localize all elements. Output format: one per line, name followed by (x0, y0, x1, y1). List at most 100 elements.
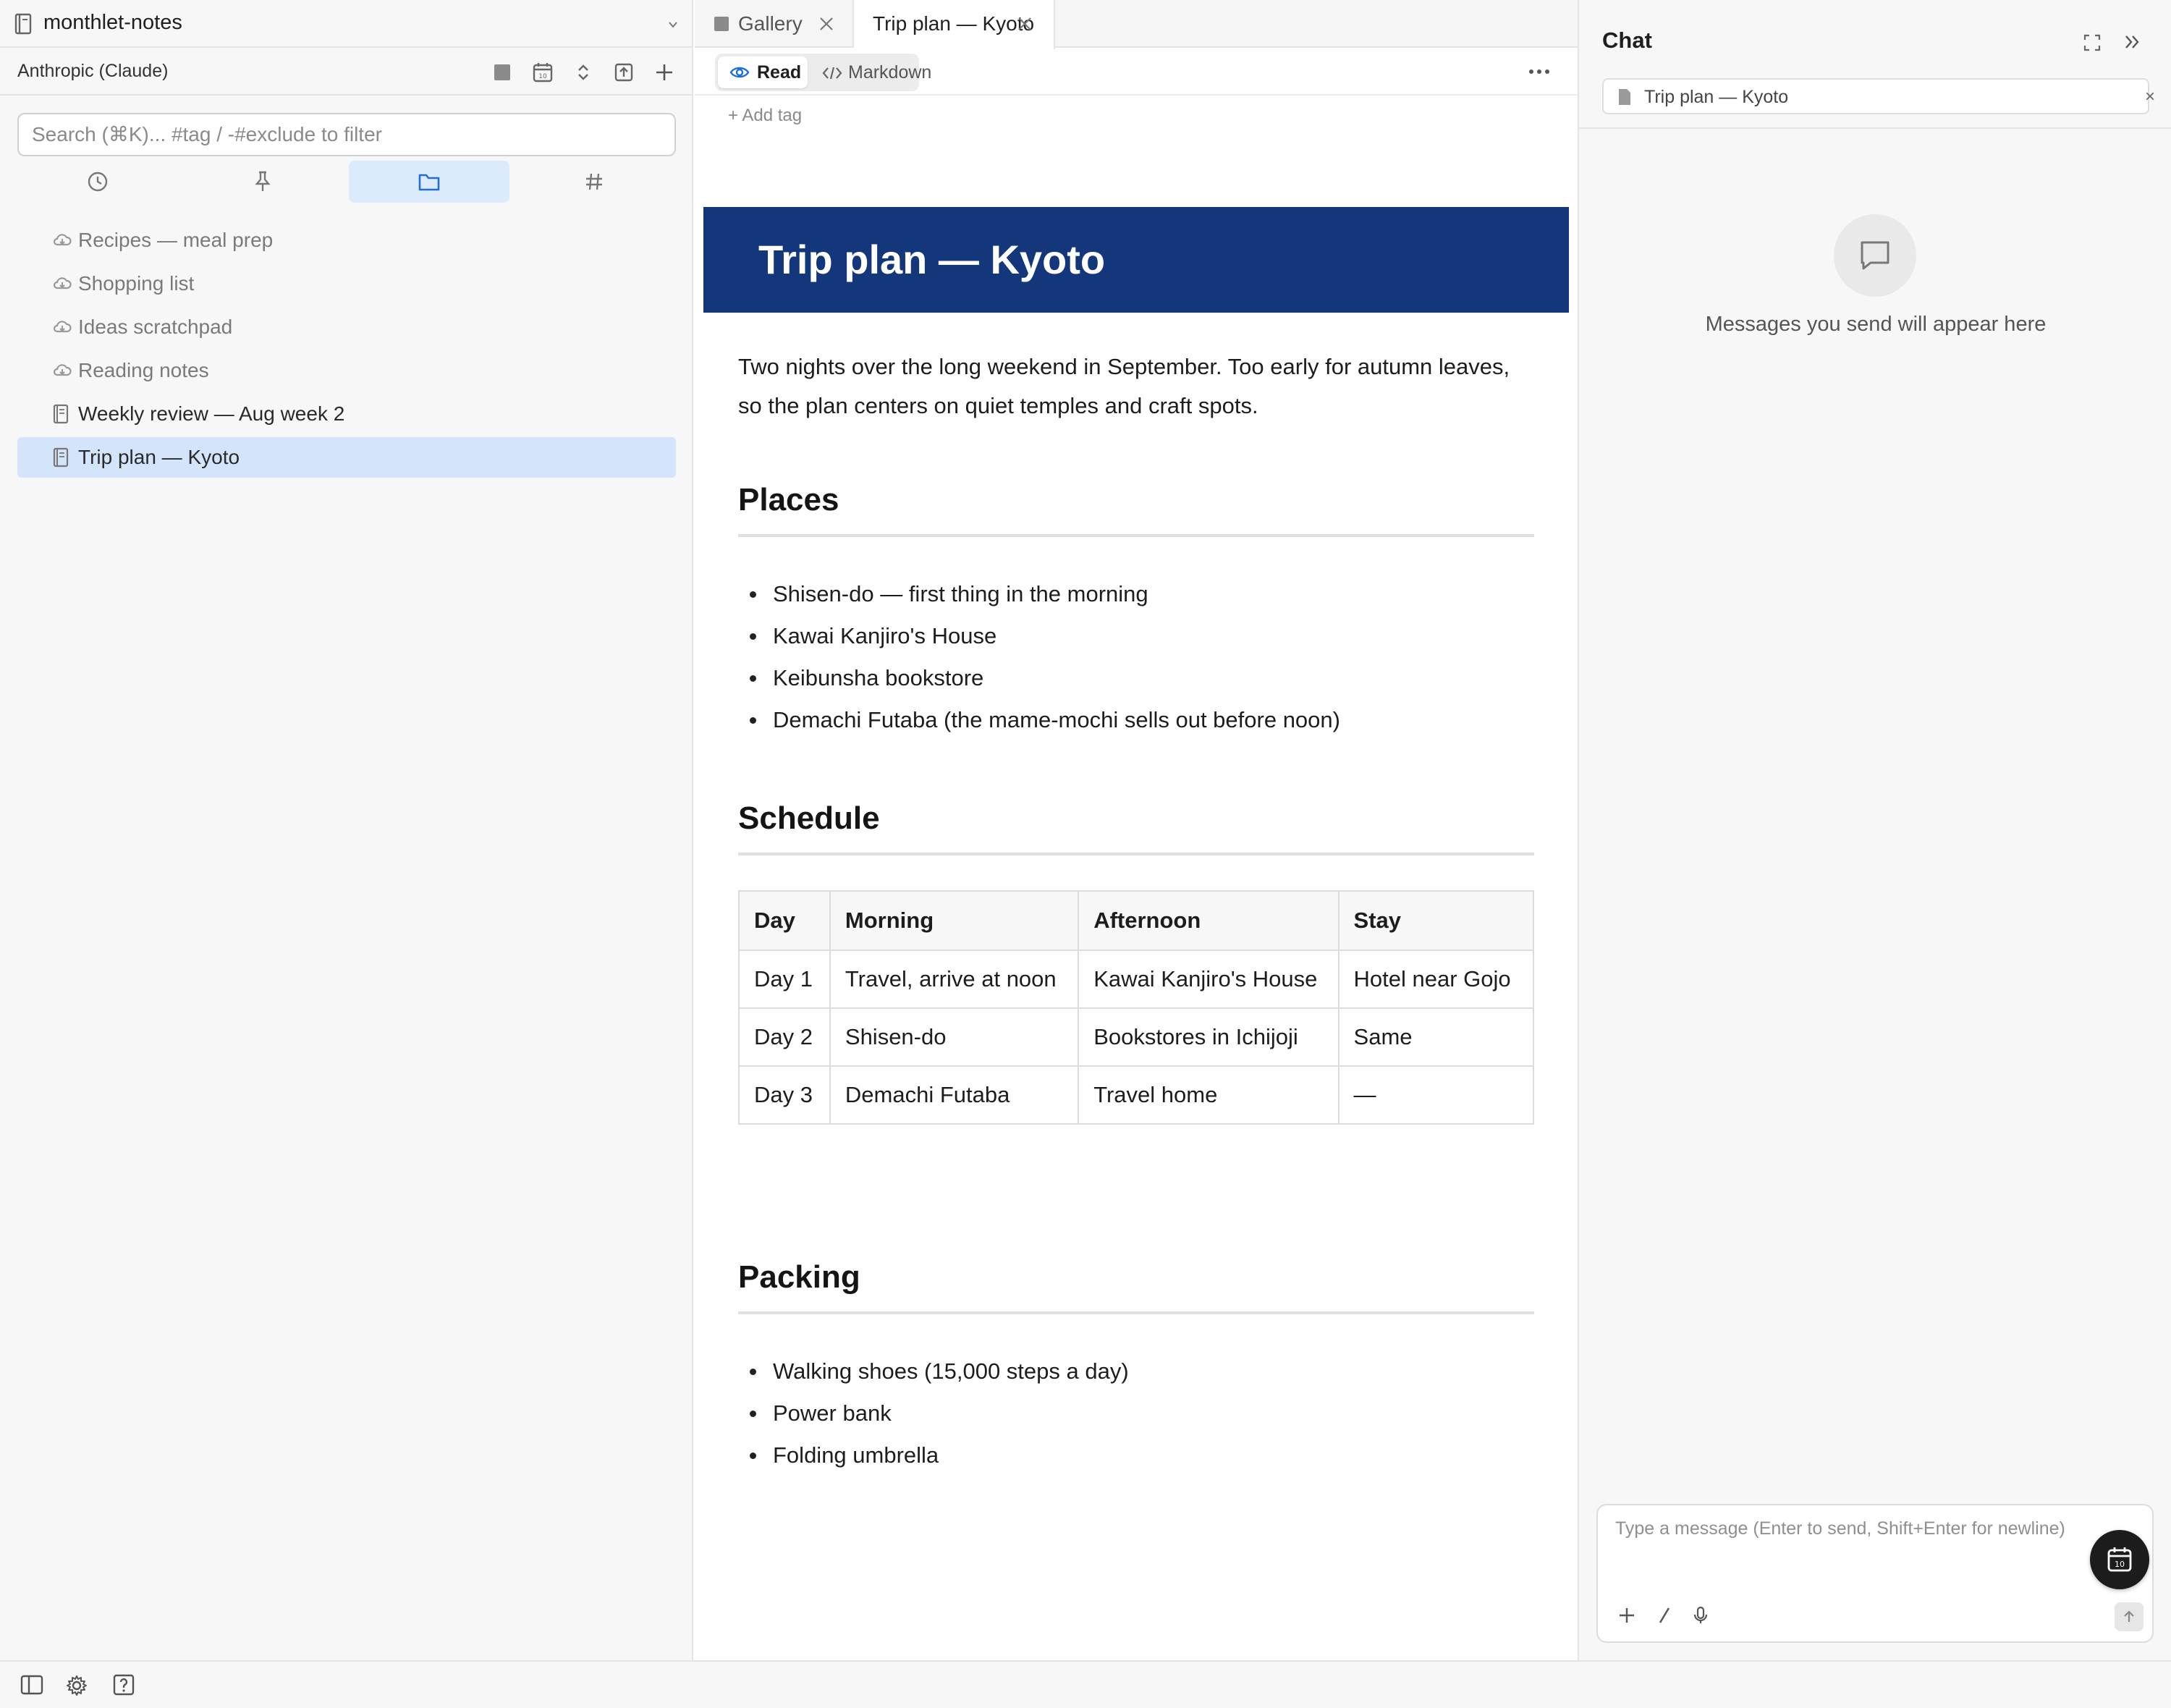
places-list: Shisen-do — first thing in the morning K… (738, 579, 1534, 747)
mode-bar: Read Markdown (695, 49, 1578, 96)
table-cell: Travel, arrive at noon (829, 950, 1080, 1009)
chevron-down-icon (667, 20, 679, 29)
search-input[interactable] (19, 114, 674, 155)
list-item: Demachi Futaba (the mame-mochi sells out… (738, 705, 1534, 747)
arrow-up-icon (2121, 1609, 2137, 1625)
file-item-active[interactable]: Trip plan — Kyoto (17, 437, 676, 478)
file-item[interactable]: Weekly review — Aug week 2 (17, 394, 676, 434)
microphone-icon[interactable] (1690, 1605, 1711, 1625)
read-mode-button[interactable]: Read (718, 56, 808, 88)
pin-icon (253, 170, 273, 193)
table-cell: Day 1 (738, 950, 831, 1009)
sort-icon[interactable] (570, 59, 596, 85)
settings-icon[interactable] (65, 1674, 88, 1697)
code-icon (822, 65, 842, 81)
table-row: Day 1 Travel, arrive at noon Kawai Kanji… (738, 950, 1535, 1009)
list-item: Walking shoes (15,000 steps a day) (738, 1356, 1534, 1398)
tab-label: Trip plan — Kyoto (873, 12, 1035, 35)
schedule-table: Day Morning Afternoon Stay Day 1 Travel,… (738, 890, 1535, 1125)
chat-empty-message: Messages you send will appear here (1705, 313, 2047, 336)
tab-trip-plan[interactable]: Trip plan — Kyoto (854, 0, 1055, 49)
table-header: Morning (829, 890, 1080, 951)
list-item: Kawai Kanjiro's House (738, 621, 1534, 663)
chat-panel: Chat Trip plan — Kyoto × Messages you se… (1578, 0, 2171, 1660)
vault-name: monthlet-notes (43, 11, 182, 34)
table-cell: Day 3 (738, 1065, 831, 1125)
document-icon (52, 447, 69, 468)
table-header: Afternoon (1078, 890, 1340, 951)
chat-composer (1596, 1504, 2154, 1643)
svg-text:10: 10 (2115, 1560, 2125, 1569)
table-header-row: Day Morning Afternoon Stay (738, 890, 1535, 951)
tab-gallery[interactable]: Gallery (695, 0, 854, 48)
document-icon (1617, 88, 1633, 106)
list-item: Shisen-do — first thing in the morning (738, 579, 1534, 621)
file-label: Recipes — meal prep (78, 229, 274, 251)
collapse-panel-icon[interactable] (2122, 32, 2142, 52)
file-label: Weekly review — Aug week 2 (78, 402, 345, 425)
file-label: Ideas scratchpad (78, 316, 233, 338)
expand-icon[interactable] (2083, 33, 2102, 52)
cloud-icon (52, 317, 72, 337)
more-options-icon[interactable] (1527, 61, 1552, 83)
document-intro: Two nights over the long weekend in Sept… (738, 354, 1510, 418)
table-cell: Travel home (1078, 1065, 1340, 1125)
table-cell: Shisen-do (829, 1007, 1080, 1067)
file-label: Shopping list (78, 272, 195, 295)
table-header: Day (738, 890, 831, 951)
close-icon[interactable] (1016, 15, 1033, 33)
mode-toggle: Read Markdown (715, 54, 931, 91)
file-label: Reading notes (78, 359, 209, 381)
vault-switcher[interactable]: monthlet-notes (0, 0, 693, 48)
slash-command-icon[interactable] (1654, 1605, 1675, 1625)
chat-empty-icon (1834, 214, 1916, 297)
file-item[interactable]: Reading notes (17, 350, 676, 391)
file-item[interactable]: Shopping list (17, 263, 676, 304)
table-row: Day 3 Demachi Futaba Travel home — (738, 1065, 1535, 1125)
tab-folders[interactable] (349, 161, 509, 203)
file-item[interactable]: Recipes — meal prep (17, 220, 676, 261)
list-item: Keibunsha bookstore (738, 663, 1534, 705)
table-cell: Demachi Futaba (829, 1065, 1080, 1125)
close-icon[interactable] (818, 15, 835, 33)
export-icon[interactable] (611, 59, 637, 85)
cloud-icon (52, 274, 72, 294)
context-chip-label: Trip plan — Kyoto (1644, 87, 1789, 107)
tab-pinned[interactable] (182, 161, 343, 203)
document-banner: Trip plan — Kyoto (703, 207, 1569, 313)
calendar-fab-button[interactable]: 10 (2090, 1530, 2149, 1589)
plus-icon[interactable] (651, 59, 677, 85)
context-chip[interactable]: Trip plan — Kyoto × (1602, 78, 2155, 114)
close-icon[interactable]: × (2145, 87, 2155, 107)
tab-tags[interactable] (514, 161, 674, 203)
markdown-label: Markdown (848, 62, 932, 83)
calendar-icon[interactable]: 10 (530, 59, 556, 85)
cloud-icon (52, 230, 72, 250)
send-button[interactable] (2115, 1602, 2144, 1631)
attach-plus-icon[interactable] (1617, 1605, 1637, 1625)
gallery-icon[interactable] (489, 59, 515, 85)
hashtag-icon (584, 172, 604, 192)
provider-label[interactable]: Anthropic (Claude) (17, 61, 168, 82)
sidebar-toggle-icon[interactable] (20, 1674, 43, 1696)
table-cell: Same (1337, 1007, 1535, 1067)
help-icon[interactable] (113, 1674, 135, 1696)
chat-input[interactable] (1615, 1518, 2122, 1562)
read-label: Read (757, 62, 802, 83)
document-icon (52, 404, 69, 424)
gallery-icon (714, 16, 729, 32)
add-tag-button[interactable]: + Add tag (728, 106, 802, 126)
clock-icon (87, 171, 109, 193)
tab-bar: Gallery Trip plan — Kyoto (695, 0, 1578, 49)
table-cell: Hotel near Gojo (1337, 950, 1535, 1009)
sidebar: monthlet-notes Anthropic (Claude) 10 Sea… (0, 0, 693, 1660)
main-pane: Gallery Trip plan — Kyoto Read Markdown … (695, 0, 1578, 1660)
bottom-bar (0, 1660, 2171, 1708)
message-bubble-icon (1856, 237, 1894, 274)
heading-packing: Packing (738, 1259, 1534, 1314)
list-item: Folding umbrella (738, 1440, 1534, 1482)
chat-header: Chat Trip plan — Kyoto × (1579, 0, 2171, 129)
file-item[interactable]: Ideas scratchpad (17, 307, 676, 347)
table-row: Day 2 Shisen-do Bookstores in Ichijoji S… (738, 1007, 1535, 1067)
tab-recent[interactable] (17, 161, 178, 203)
